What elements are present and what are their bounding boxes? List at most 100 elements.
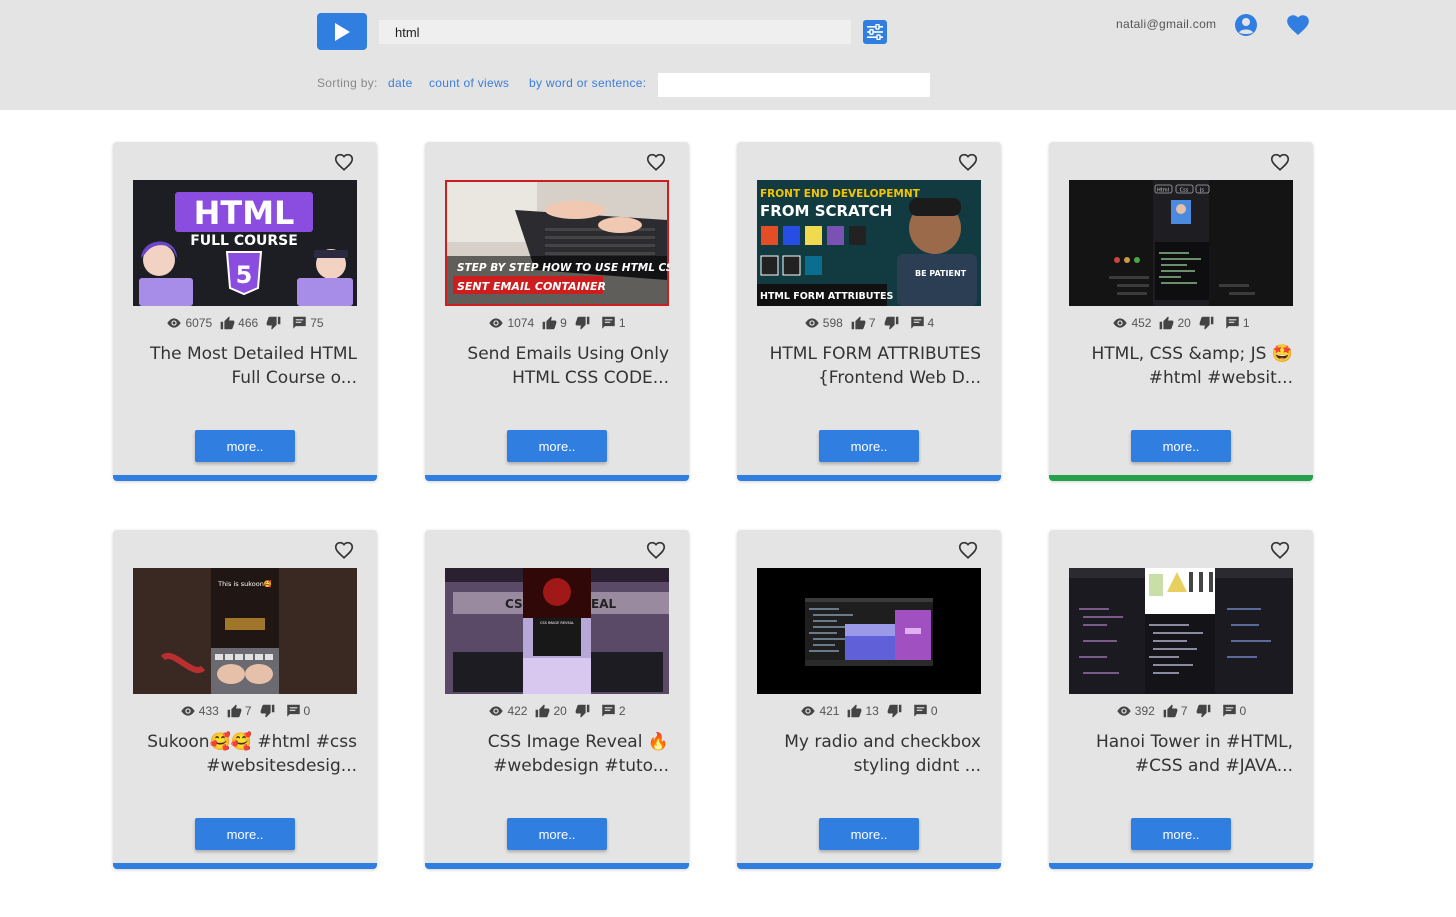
more-button[interactable]: more.. bbox=[819, 430, 919, 462]
thumb-up-icon[interactable] bbox=[1163, 704, 1178, 718]
card-bottom-bar bbox=[425, 863, 689, 869]
comments-count: 4 bbox=[927, 316, 935, 330]
comment-icon[interactable] bbox=[913, 704, 928, 718]
more-button[interactable]: more.. bbox=[1131, 818, 1231, 850]
sort-by-views-link[interactable]: count of views bbox=[429, 76, 509, 90]
comment-icon[interactable] bbox=[601, 704, 616, 718]
more-button[interactable]: more.. bbox=[507, 818, 607, 850]
thumb-down-icon[interactable] bbox=[1196, 704, 1211, 718]
thumb-down-icon[interactable] bbox=[884, 316, 899, 330]
sort-by-word-link[interactable]: by word or sentence: bbox=[529, 76, 646, 90]
video-title[interactable]: Sukoon🥰🥰 #html #css #websitesdesig... bbox=[133, 730, 357, 802]
comment-icon[interactable] bbox=[292, 316, 307, 330]
views-count: 6075 bbox=[185, 316, 213, 330]
filter-settings-button[interactable] bbox=[863, 20, 887, 44]
video-title[interactable]: The Most Detailed HTML Full Course o... bbox=[133, 342, 357, 414]
video-stats: 1074 9 1 bbox=[425, 314, 689, 332]
likes-count: 20 bbox=[553, 704, 567, 718]
thumbnail-text: SENT EMAIL CONTAINER bbox=[457, 280, 606, 293]
video-title[interactable]: HTML FORM ATTRIBUTES {Frontend Web D... bbox=[757, 342, 981, 414]
video-thumbnail[interactable]: Html Css Js bbox=[1069, 180, 1293, 306]
heart-outline-icon[interactable] bbox=[333, 539, 355, 561]
heart-outline-icon[interactable] bbox=[957, 539, 979, 561]
video-title[interactable]: Hanoi Tower in #HTML, #CSS and #JAVA... bbox=[1069, 730, 1293, 802]
thumbnail-text: EAL bbox=[591, 597, 616, 611]
thumbnail-text: HTML FORM ATTRIBUTES bbox=[760, 291, 893, 302]
thumb-up-icon[interactable] bbox=[535, 704, 550, 718]
video-title[interactable]: HTML, CSS &amp; JS 🤩 #html #websit... bbox=[1069, 342, 1293, 414]
user-email: natali@gmail.com bbox=[1116, 17, 1217, 31]
video-thumbnail[interactable]: This is sukoon🥰 bbox=[133, 568, 357, 694]
comment-icon[interactable] bbox=[910, 316, 925, 330]
sort-by-date-link[interactable]: date bbox=[388, 76, 413, 90]
thumbnail-text: CSS IMAGE REVEAL bbox=[540, 621, 574, 625]
thumbnail-text: BE PATIENT bbox=[915, 269, 967, 278]
video-stats: 598 7 4 bbox=[737, 314, 1001, 332]
video-thumbnail[interactable] bbox=[1069, 568, 1293, 694]
comment-icon[interactable] bbox=[286, 704, 301, 718]
account-circle-icon[interactable] bbox=[1234, 13, 1258, 37]
thumb-up-icon[interactable] bbox=[227, 704, 242, 718]
more-button[interactable]: more.. bbox=[195, 818, 295, 850]
heart-outline-icon[interactable] bbox=[957, 151, 979, 173]
more-button[interactable]: more.. bbox=[195, 430, 295, 462]
thumbnail-text: HTML bbox=[194, 194, 295, 232]
video-thumbnail[interactable]: FRONT END DEVELOPEMNT FROM SCRATCH BE PA… bbox=[757, 180, 981, 306]
comments-count: 2 bbox=[618, 704, 626, 718]
thumbnail-text: Css bbox=[1180, 188, 1189, 194]
thumb-down-icon[interactable] bbox=[266, 316, 281, 330]
likes-count: 13 bbox=[865, 704, 879, 718]
video-thumbnail[interactable] bbox=[757, 568, 981, 694]
heart-outline-icon[interactable] bbox=[1269, 539, 1291, 561]
card-bottom-bar bbox=[113, 475, 377, 481]
thumb-down-icon[interactable] bbox=[575, 704, 590, 718]
play-icon bbox=[335, 22, 350, 41]
card-bottom-bar bbox=[425, 475, 689, 481]
video-title[interactable]: CSS Image Reveal 🔥 #webdesign #tuto... bbox=[445, 730, 669, 802]
play-logo-button[interactable] bbox=[317, 13, 367, 50]
likes-count: 9 bbox=[560, 316, 567, 330]
views-count: 421 bbox=[819, 704, 840, 718]
video-card: 392 7 0 Hanoi Tower in #HTML, #CSS and #… bbox=[1049, 530, 1313, 869]
heart-outline-icon[interactable] bbox=[645, 151, 667, 173]
eye-icon bbox=[1117, 706, 1131, 716]
comments-count: 1 bbox=[1242, 316, 1250, 330]
thumb-down-icon[interactable] bbox=[887, 704, 902, 718]
thumbnail-text: This is sukoon🥰 bbox=[217, 579, 272, 588]
thumb-up-icon[interactable] bbox=[1159, 316, 1174, 330]
card-bottom-bar bbox=[1049, 863, 1313, 869]
card-bottom-bar bbox=[737, 863, 1001, 869]
heart-outline-icon[interactable] bbox=[1269, 151, 1291, 173]
thumb-up-icon[interactable] bbox=[851, 316, 866, 330]
eye-icon bbox=[801, 706, 816, 716]
heart-icon[interactable] bbox=[1285, 12, 1311, 38]
video-title[interactable]: Send Emails Using Only HTML CSS CODE... bbox=[445, 342, 669, 414]
video-card: HTML FULL COURSE 5 6075 466 75 The Most … bbox=[113, 142, 377, 481]
eye-icon bbox=[1113, 318, 1128, 328]
more-button[interactable]: more.. bbox=[507, 430, 607, 462]
likes-count: 7 bbox=[868, 316, 876, 330]
card-bottom-bar bbox=[113, 863, 377, 869]
thumb-down-icon[interactable] bbox=[1199, 316, 1214, 330]
search-input[interactable] bbox=[379, 20, 851, 44]
comment-icon[interactable] bbox=[601, 316, 616, 330]
word-search-input[interactable] bbox=[658, 73, 930, 97]
comment-icon[interactable] bbox=[1222, 704, 1237, 718]
heart-outline-icon[interactable] bbox=[645, 539, 667, 561]
video-title[interactable]: My radio and checkbox styling didnt ... bbox=[757, 730, 981, 802]
thumb-up-icon[interactable] bbox=[220, 316, 235, 330]
video-thumbnail[interactable]: HTML FULL COURSE 5 bbox=[133, 180, 357, 306]
views-count: 1074 bbox=[507, 316, 535, 330]
more-button[interactable]: more.. bbox=[1131, 430, 1231, 462]
comment-icon[interactable] bbox=[1225, 316, 1240, 330]
more-button[interactable]: more.. bbox=[819, 818, 919, 850]
thumb-down-icon[interactable] bbox=[575, 316, 590, 330]
video-thumbnail[interactable]: CSS EAL CSS IMAGE REVEAL bbox=[445, 568, 669, 694]
thumb-down-icon[interactable] bbox=[260, 704, 275, 718]
heart-outline-icon[interactable] bbox=[333, 151, 355, 173]
video-card: STEP BY STEP HOW TO USE HTML CSS SENT EM… bbox=[425, 142, 689, 481]
thumb-up-icon[interactable] bbox=[847, 704, 862, 718]
video-thumbnail[interactable]: STEP BY STEP HOW TO USE HTML CSS SENT EM… bbox=[445, 180, 669, 306]
thumb-up-icon[interactable] bbox=[542, 316, 557, 330]
card-bottom-bar bbox=[737, 475, 1001, 481]
